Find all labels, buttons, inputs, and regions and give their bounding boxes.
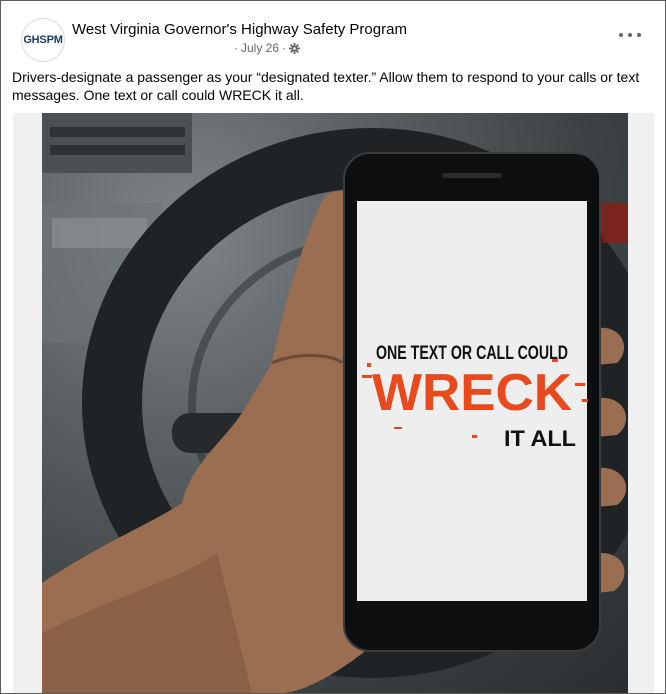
meta-separator: · <box>282 41 287 55</box>
gear-icon[interactable] <box>289 42 301 54</box>
dashboard-vent <box>42 113 192 173</box>
phone-photo-illustration: ONE TEXT OR CALL COULD WRECK IT ALL <box>42 113 628 693</box>
post-message: Drivers-designate a passenger as your “d… <box>12 68 657 104</box>
meta-separator: · <box>234 41 238 55</box>
message-line-2: WRECK <box>372 364 572 422</box>
page-name-link[interactable]: West Virginia Governor's Highway Safety … <box>72 21 407 38</box>
more-options-icon[interactable] <box>619 27 641 43</box>
page-avatar[interactable]: GHSPM <box>21 18 65 62</box>
avatar-logo-text: GHSPM <box>23 34 63 46</box>
post-image-container[interactable]: ONE TEXT OR CALL COULD WRECK IT ALL <box>13 113 654 693</box>
message-line-1: ONE TEXT OR CALL COULD <box>376 343 568 364</box>
post-photo: ONE TEXT OR CALL COULD WRECK IT ALL <box>42 113 628 693</box>
message-line-3: IT ALL <box>504 426 576 451</box>
post-card: GHSPM West Virginia Governor's Highway S… <box>0 0 666 694</box>
post-meta: · July 26 · <box>234 41 301 55</box>
post-date-link[interactable]: July 26 <box>241 41 279 55</box>
post-body-text: Drivers-designate a passenger as your “d… <box>12 69 640 103</box>
